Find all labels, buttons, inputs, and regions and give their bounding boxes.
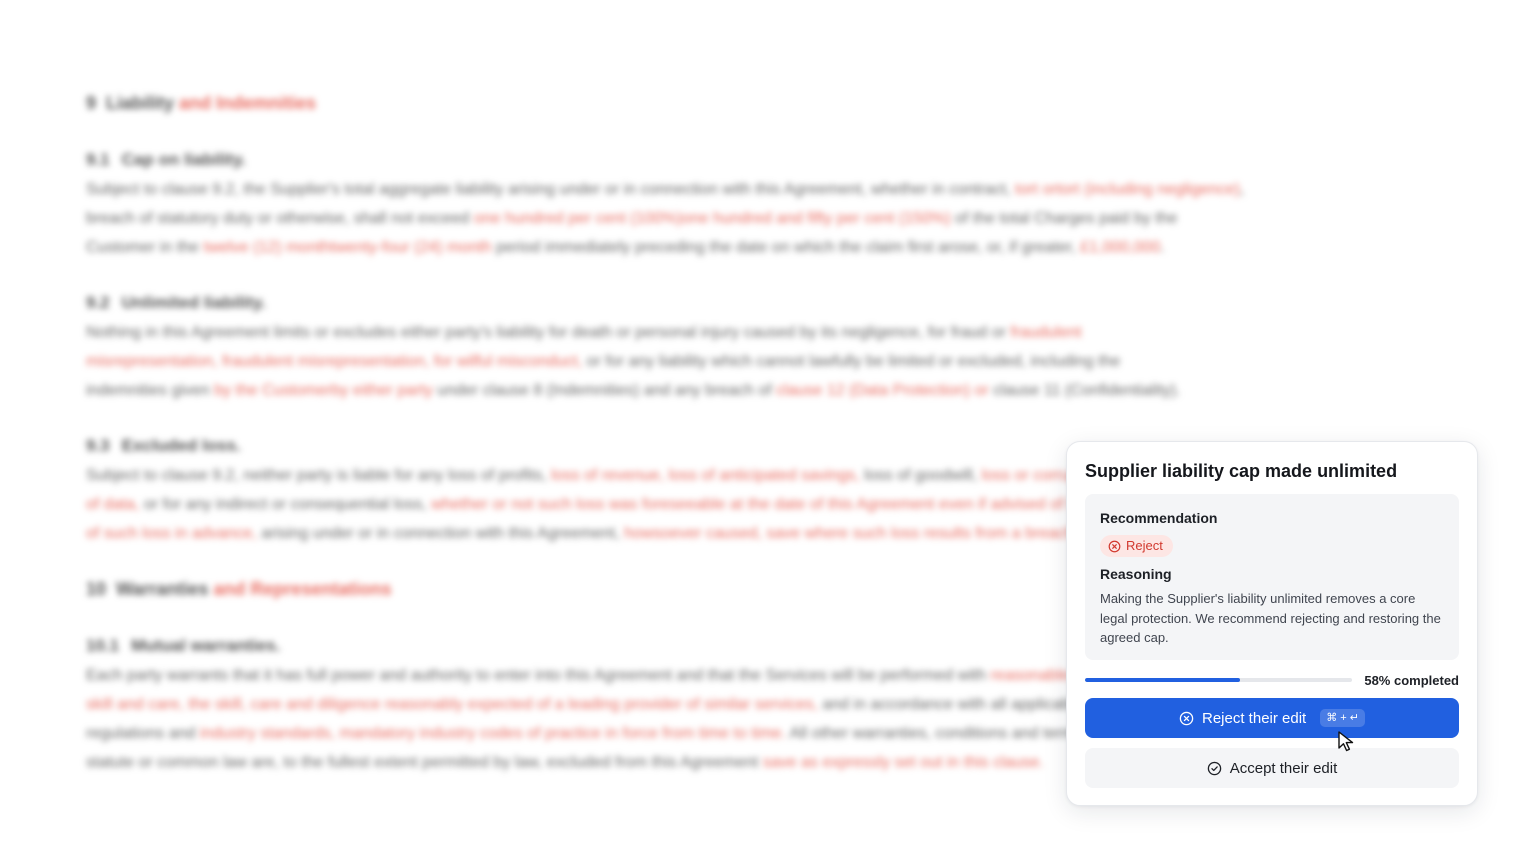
recommendation-value: Reject (1126, 538, 1163, 553)
review-card: Supplier liability cap made unlimited Re… (1066, 441, 1478, 806)
reasoning-text: Making the Supplier's liability unlimite… (1100, 591, 1441, 645)
tracked-insertion: whether or not such loss was foreseeable… (431, 496, 1164, 513)
clause-line: Subject to clause 9.2, the Supplier's to… (86, 175, 1326, 204)
tracked-insertion: clause 12 (Data Protection) or (776, 382, 989, 399)
section-title: Liability (106, 93, 175, 113)
clause-text-segment: Nothing in this Agreement limits or excl… (86, 324, 1011, 341)
tracked-insertion: twelve (12) monthtwenty-four (24) month (203, 239, 492, 256)
tracked-insertion: by the Customerby either party (214, 382, 433, 399)
clause-line: indemnities given by the Customerby eith… (86, 376, 1326, 405)
tracked-insertion: misrepresentation, fraudulent misreprese… (86, 353, 583, 370)
clause-line: misrepresentation, fraudulent misreprese… (86, 347, 1326, 376)
tracked-insertion: howsoever caused, save where such loss r… (624, 525, 1075, 542)
accept-edit-label: Accept their edit (1229, 759, 1338, 777)
section-number: 9 (86, 93, 97, 113)
tracked-insertion: skill and care, the skill, care and dili… (86, 696, 818, 713)
clause-text-segment: regulations and (86, 725, 200, 742)
check-circle-icon (1207, 761, 1222, 776)
clause-text-segment: Subject to clause 9.2, neither party is … (86, 467, 552, 484)
progress-track (1085, 678, 1353, 682)
clause-title: Cap on liability. (121, 150, 247, 169)
tracked-insertion: tort ortort (including negligence) (1014, 181, 1240, 198)
clause-line: Nothing in this Agreement limits or excl… (86, 318, 1326, 347)
mouse-cursor-icon (1338, 731, 1354, 752)
x-circle-icon (1108, 540, 1121, 553)
progress-fill (1085, 678, 1241, 682)
clause-text-segment: , (1239, 181, 1245, 198)
clause-number: 9.3 (86, 436, 110, 455)
section-number: 10 (86, 579, 107, 599)
x-circle-icon (1179, 711, 1194, 726)
card-title: Supplier liability cap made unlimited (1085, 461, 1398, 481)
clause-title: Mutual warranties. (131, 636, 281, 655)
recommendation-badge: Reject (1100, 535, 1173, 557)
clause-text-segment: under clause 8 (Indemnities) and any bre… (432, 382, 777, 399)
page: 9 Liability and Indemnities 9.1 Cap on liab… (0, 0, 1536, 864)
section-title-insertion: and Indemnities (179, 93, 317, 113)
tracked-insertion: save as expressly set out in this clause… (762, 754, 1044, 771)
clause-text-segment: breach of statutory duty or otherwise, s… (86, 210, 474, 227)
clause-heading: 9.2 Unlimited liability. (86, 288, 1326, 318)
progress-text: 58% completed (1364, 672, 1459, 688)
clause-line: Customer in the twelve (12) monthtwenty-… (86, 233, 1326, 262)
clause-text-segment: indemnities given (86, 382, 215, 399)
clause-text-segment: clause 11 (Confidentiality). (988, 382, 1181, 399)
reject-edit-label: Reject their edit (1202, 709, 1307, 727)
clause-text-segment: or for any indirect or consequential los… (139, 496, 432, 513)
recommendation-label: Recommendation (1100, 510, 1218, 526)
tracked-insertion: one hundred per cent (100%)one hundred a… (473, 210, 951, 227)
tracked-insertion: reasonable (990, 667, 1070, 684)
clause-text-segment: or for any liability which cannot lawful… (582, 353, 1121, 370)
section-title: Warranties (116, 579, 209, 599)
clause-text-segment: period immediately preceding the date on… (491, 239, 1081, 256)
recommendation-panel: Recommendation Reject Reasoning Making t… (1085, 494, 1459, 660)
clause-text-segment: Subject to clause 9.2, the Supplier's to… (86, 181, 1015, 198)
clause-number: 9.1 (86, 150, 110, 169)
clause-text: Subject to clause 9.2, the Supplier's to… (86, 175, 1326, 262)
clause-text-segment: . (1160, 239, 1165, 256)
section-title-insertion: and Representations (213, 579, 392, 599)
clause-text-segment: Each party warrants that it has full pow… (86, 667, 991, 684)
tracked-insertion: fraudulent (1010, 324, 1082, 341)
section-heading: 9 Liability and Indemnities (86, 88, 1326, 118)
clause-number: 9.2 (86, 293, 110, 312)
tracked-insertion: £1,000,000 (1080, 239, 1161, 256)
accept-edit-button[interactable]: Accept their edit (1085, 748, 1459, 788)
clause-line: breach of statutory duty or otherwise, s… (86, 204, 1326, 233)
clause-text-segment: statute or common law are, to the fulles… (86, 754, 763, 771)
keyboard-shortcut-badge: ⌘ + ↵ (1320, 709, 1365, 727)
reasoning-label: Reasoning (1100, 566, 1172, 582)
clause-text: Nothing in this Agreement limits or excl… (86, 318, 1326, 405)
clause-text-segment: loss of goodwill, (859, 467, 982, 484)
tracked-insertion: of data, (86, 496, 140, 513)
clause-text-segment: arising under or in connection with this… (256, 525, 625, 542)
clause-text-segment: Customer in the (86, 239, 204, 256)
clause-title: Unlimited liability. (121, 293, 266, 312)
clause-heading: 9.1 Cap on liability. (86, 145, 1326, 175)
clause-number: 10.1 (86, 636, 120, 655)
tracked-insertion: of such loss in advance, (86, 525, 257, 542)
clause-title: Excluded loss. (121, 436, 241, 455)
tracked-insertion: industry standards, mandatory industry c… (199, 725, 786, 742)
reject-edit-button[interactable]: Reject their edit ⌘ + ↵ (1085, 698, 1459, 738)
clause-text-segment: of the total Charges paid by the (950, 210, 1178, 227)
progress-row: 58% completed (1085, 672, 1459, 688)
tracked-insertion: loss of revenue, loss of anticipated sav… (551, 467, 860, 484)
